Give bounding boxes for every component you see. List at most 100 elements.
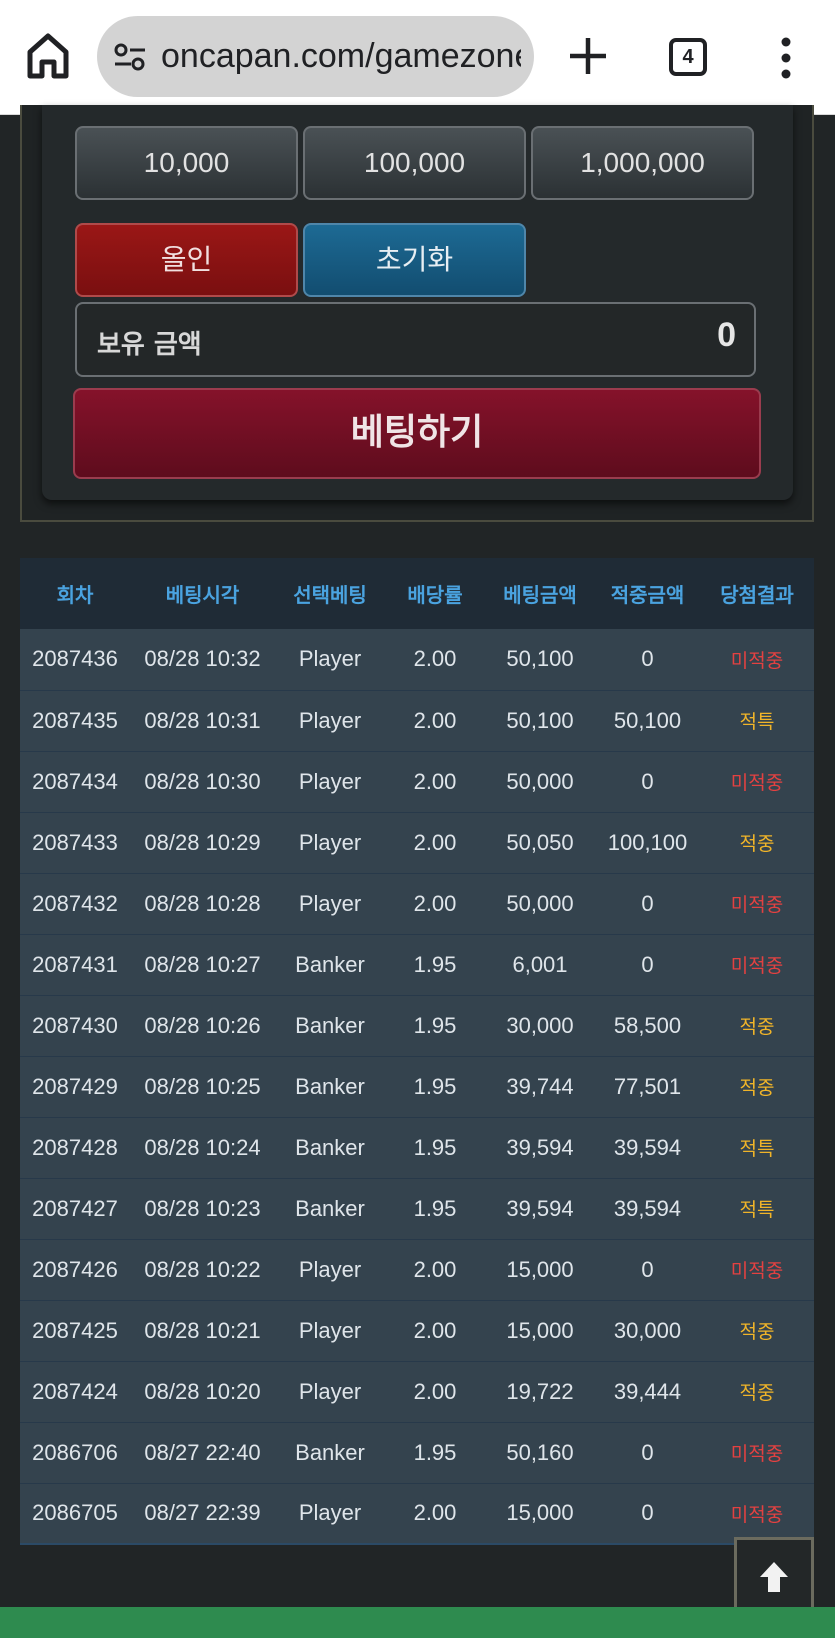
table-row: 2087424 08/28 10:20 Player 2.00 19,722 39,444… — [20, 1361, 814, 1423]
cell-result: 적중 — [700, 1056, 814, 1118]
cell-time: 08/28 10:20 — [130, 1361, 275, 1423]
cell-odds: 1.95 — [385, 1117, 485, 1179]
cell-time: 08/28 10:26 — [130, 995, 275, 1057]
table-row: 2087436 08/28 10:32 Player 2.00 50,100 0 미적중 — [20, 629, 814, 691]
table-header-row: 회차 베팅시각 선택베팅 배당률 베팅금액 적중금액 당첨결과 — [20, 558, 814, 629]
tune-icon[interactable] — [113, 40, 147, 74]
cell-time: 08/27 22:40 — [130, 1422, 275, 1484]
table-row: 2087434 08/28 10:30 Player 2.00 50,000 0 미적중 — [20, 751, 814, 813]
table-row: 2087430 08/28 10:26 Banker 1.95 30,000 58,500… — [20, 995, 814, 1057]
cell-result: 적특 — [700, 1178, 814, 1240]
cell-result: 적중 — [700, 995, 814, 1057]
cell-round: 2086705 — [20, 1483, 130, 1545]
table-row: 2087433 08/28 10:29 Player 2.00 50,050 100,10… — [20, 812, 814, 874]
cell-bet: 39,594 — [485, 1117, 595, 1179]
cell-bet: 39,744 — [485, 1056, 595, 1118]
table-row: 2087435 08/28 10:31 Player 2.00 50,100 50,100… — [20, 690, 814, 752]
cell-odds: 2.00 — [385, 690, 485, 752]
cell-win: 39,444 — [595, 1361, 700, 1423]
cell-pick: Banker — [275, 1117, 385, 1179]
browser-menu-button[interactable] — [774, 36, 798, 80]
plus-icon — [570, 38, 606, 74]
cell-win: 39,594 — [595, 1178, 700, 1240]
cell-round: 2087424 — [20, 1361, 130, 1423]
home-button[interactable] — [24, 30, 72, 82]
cell-round: 2087429 — [20, 1056, 130, 1118]
cell-result: 적특 — [700, 690, 814, 752]
cell-time: 08/27 22:39 — [130, 1483, 275, 1545]
cell-odds: 1.95 — [385, 1178, 485, 1240]
cell-pick: Player — [275, 873, 385, 935]
bet-history-table: 회차 베팅시각 선택베팅 배당률 베팅금액 적중금액 당첨결과 2087436 0… — [20, 558, 814, 1545]
cell-result: 적중 — [700, 1300, 814, 1362]
cell-bet: 50,160 — [485, 1422, 595, 1484]
chip-10000-button[interactable]: 10,000 — [75, 126, 298, 200]
cell-win: 77,501 — [595, 1056, 700, 1118]
cell-odds: 2.00 — [385, 751, 485, 813]
browser-toolbar: oncapan.com/gamezone 4 — [0, 0, 835, 115]
cell-odds: 1.95 — [385, 934, 485, 996]
cell-result: 미적중 — [700, 934, 814, 996]
new-tab-button[interactable] — [566, 34, 610, 78]
cell-result: 적중 — [700, 1361, 814, 1423]
url-text: oncapan.com/gamezone — [161, 37, 521, 75]
cell-time: 08/28 10:32 — [130, 629, 275, 691]
cell-result: 적중 — [700, 812, 814, 874]
cell-bet: 15,000 — [485, 1300, 595, 1362]
chip-100000-button[interactable]: 100,000 — [303, 126, 526, 200]
cell-round: 2087431 — [20, 934, 130, 996]
scroll-top-button[interactable] — [734, 1537, 814, 1617]
cell-odds: 2.00 — [385, 812, 485, 874]
cell-bet: 39,594 — [485, 1178, 595, 1240]
cell-pick: Player — [275, 812, 385, 874]
cell-round: 2087426 — [20, 1239, 130, 1301]
cell-round: 2086706 — [20, 1422, 130, 1484]
cell-round: 2087433 — [20, 812, 130, 874]
reset-button[interactable]: 초기화 — [303, 223, 526, 297]
cell-round: 2087434 — [20, 751, 130, 813]
header-odds: 배당률 — [385, 558, 485, 629]
cell-round: 2087435 — [20, 690, 130, 752]
cell-bet: 15,000 — [485, 1483, 595, 1545]
cell-bet: 50,000 — [485, 751, 595, 813]
table-row: 2087426 08/28 10:22 Player 2.00 15,000 0 미적중 — [20, 1239, 814, 1301]
chip-1000000-button[interactable]: 1,000,000 — [531, 126, 754, 200]
footer-bar — [0, 1607, 835, 1638]
header-win-amount: 적중금액 — [595, 558, 700, 629]
cell-time: 08/28 10:31 — [130, 690, 275, 752]
cell-pick: Banker — [275, 995, 385, 1057]
table-row: 2087428 08/28 10:24 Banker 1.95 39,594 39,594… — [20, 1117, 814, 1179]
cell-bet: 50,100 — [485, 690, 595, 752]
tab-switcher-button[interactable]: 4 — [669, 38, 707, 76]
cell-odds: 2.00 — [385, 1300, 485, 1362]
cell-win: 0 — [595, 751, 700, 813]
cell-bet: 6,001 — [485, 934, 595, 996]
cell-bet: 19,722 — [485, 1361, 595, 1423]
cell-win: 0 — [595, 629, 700, 691]
cell-round: 2087436 — [20, 629, 130, 691]
cell-pick: Banker — [275, 1056, 385, 1118]
cell-result: 적특 — [700, 1117, 814, 1179]
more-vert-icon — [781, 37, 791, 79]
cell-pick: Player — [275, 1483, 385, 1545]
cell-pick: Banker — [275, 934, 385, 996]
cell-result: 미적중 — [700, 1422, 814, 1484]
cell-result: 미적중 — [700, 751, 814, 813]
cell-pick: Player — [275, 629, 385, 691]
cell-round: 2087427 — [20, 1178, 130, 1240]
address-bar[interactable]: oncapan.com/gamezone — [97, 16, 534, 97]
cell-time: 08/28 10:22 — [130, 1239, 275, 1301]
table-row: 2087431 08/28 10:27 Banker 1.95 6,001 0 미적중 — [20, 934, 814, 996]
cell-bet: 15,000 — [485, 1239, 595, 1301]
cell-win: 0 — [595, 1239, 700, 1301]
cell-bet: 50,100 — [485, 629, 595, 691]
cell-round: 2087428 — [20, 1117, 130, 1179]
cell-pick: Player — [275, 1300, 385, 1362]
table-row: 2087425 08/28 10:21 Player 2.00 15,000 30,000… — [20, 1300, 814, 1362]
table-row: 2087427 08/28 10:23 Banker 1.95 39,594 39,594… — [20, 1178, 814, 1240]
cell-time: 08/28 10:21 — [130, 1300, 275, 1362]
cell-time: 08/28 10:27 — [130, 934, 275, 996]
all-in-button[interactable]: 올인 — [75, 223, 298, 297]
cell-pick: Banker — [275, 1178, 385, 1240]
place-bet-button[interactable]: 베팅하기 — [73, 388, 761, 479]
